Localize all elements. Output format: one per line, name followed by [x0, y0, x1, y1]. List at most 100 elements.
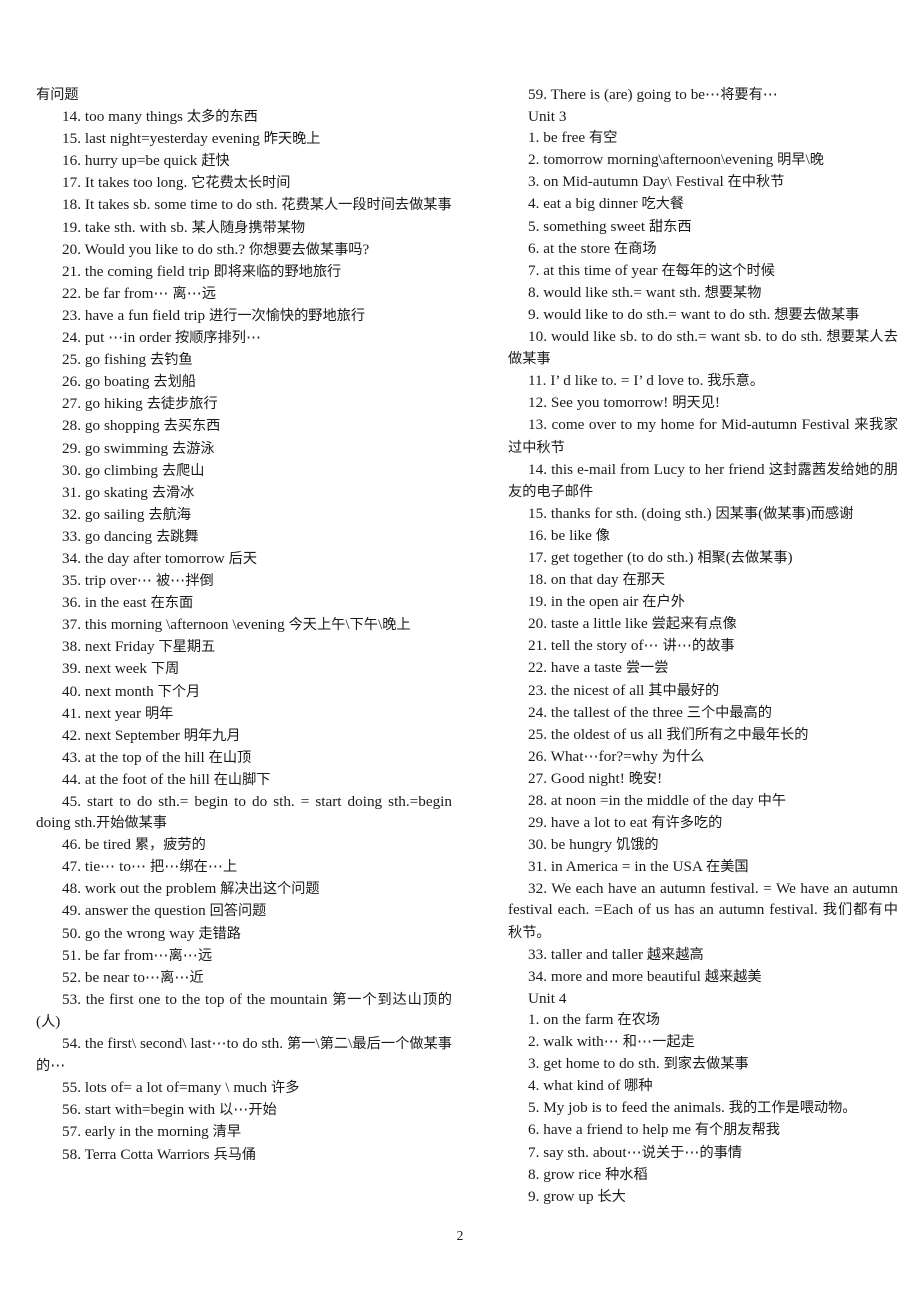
cjk-text: 来我家过中秋节 — [508, 417, 898, 456]
cjk-text: 许多 — [271, 1080, 300, 1097]
right-column: 59. There is (are) going to be⋯将要有⋯ Unit … — [470, 84, 920, 1208]
cjk-text: 下午 — [349, 617, 378, 634]
vocab-entry: 9. grow up 长大 — [528, 1187, 626, 1205]
cjk-text: 吃大餐 — [641, 196, 685, 213]
vocab-entry: 33. go dancing 去跳舞 — [62, 527, 199, 545]
cjk-text: 近 — [189, 969, 204, 986]
cjk-text: 晚上 — [382, 617, 411, 634]
cjk-text: 下星期五 — [158, 639, 216, 656]
cjk-text: 离 — [172, 285, 187, 302]
vocab-entry: 34. more and more beautiful 越来越美 — [528, 967, 762, 985]
cjk-text: 晚安 — [628, 770, 658, 787]
cjk-text: 绑在 — [179, 859, 208, 876]
vocab-entry: 13. come over to my home for Mid-autumn … — [508, 416, 898, 456]
cjk-text: 走错路 — [198, 925, 241, 942]
vocab-entry: 46. be tired 累，疲劳的 — [62, 836, 206, 854]
cjk-text: 在商场 — [614, 240, 657, 257]
vocab-entry: 30. go climbing 去爬山 — [62, 461, 205, 479]
cjk-text: 我们都有中秋节。 — [508, 902, 898, 941]
vocab-entry: 36. in the east 在东面 — [62, 594, 194, 612]
cjk-text: 兵马俑 — [213, 1146, 257, 1163]
vocab-entry: 51. be far from⋯离⋯远 — [62, 946, 213, 964]
cjk-text: 清早 — [212, 1124, 242, 1141]
cjk-text: 饥饿的 — [616, 837, 659, 854]
cjk-text: 三个中最高的 — [686, 704, 772, 721]
cjk-text: 讲 — [662, 638, 677, 655]
cjk-text: 太多的东西 — [186, 109, 258, 126]
vocab-entry: 57. early in the morning 清早 — [62, 1123, 242, 1141]
vocab-entry: 5. My job is to feed the animals. 我的工作是喂… — [528, 1099, 857, 1117]
cjk-text: 拌倒 — [185, 573, 214, 590]
cjk-text: 第一个到达山顶的 — [332, 991, 452, 1008]
vocab-entry: 53. the first one to the top of the moun… — [36, 990, 452, 1030]
cjk-text: 今天上午 — [288, 617, 346, 634]
vocab-entry: 有问题 — [36, 84, 452, 106]
cjk-text: 在东面 — [150, 595, 194, 612]
cjk-text: 有许多吃的 — [651, 815, 723, 832]
cjk-text: 去跳舞 — [155, 528, 199, 545]
cjk-text: 在那天 — [622, 572, 666, 589]
vocab-entry: 8. grow rice 种水稻 — [528, 1165, 648, 1183]
vocab-entry: 56. start with=begin with 以⋯开始 — [62, 1101, 277, 1119]
vocab-entry: 17. get together (to do sth.) 相聚(去做某事) — [528, 548, 793, 566]
vocab-entry: 38. next Friday 下星期五 — [62, 638, 216, 656]
cjk-text: 在户外 — [642, 594, 685, 611]
cjk-text: 甜东西 — [648, 218, 692, 235]
vocab-entry: 6. have a friend to help me 有个朋友帮我 — [528, 1121, 780, 1139]
cjk-text: 到家去做某事 — [663, 1056, 749, 1073]
vocab-entry: 52. be near to⋯离⋯近 — [62, 968, 204, 986]
cjk-text: 即将来临的野地旅行 — [213, 263, 342, 280]
vocab-entry: 54. the first\ second\ last⋯to do sth. 第… — [36, 1035, 452, 1075]
vocab-entry: 18. It takes sb. some time to do sth. 花费… — [62, 196, 452, 214]
cjk-text: 累，疲劳的 — [134, 837, 206, 854]
vocab-entry: 4. what kind of 哪种 — [528, 1077, 653, 1095]
vocab-entry: 33. taller and taller 越来越高 — [528, 945, 704, 963]
vocab-entry: 49. answer the question 回答问题 — [62, 902, 267, 920]
vocab-entry: 24. the tallest of the three 三个中最高的 — [528, 703, 772, 721]
cjk-text: 远 — [201, 285, 217, 302]
vocab-entry: 45. start to do sth.= begin to do sth. =… — [36, 793, 452, 832]
cjk-text: 越来越高 — [646, 946, 704, 963]
vocab-entry: 4. eat a big dinner 吃大餐 — [528, 195, 685, 213]
cjk-text: 人 — [41, 1013, 56, 1030]
vocab-entry: 28. go shopping 去买东西 — [62, 417, 221, 435]
cjk-text: 昨天晚上 — [263, 131, 321, 148]
vocab-entry: 8. would like sth.= want sth. 想要某物 — [528, 283, 762, 301]
cjk-text: 哪种 — [624, 1078, 653, 1095]
vocab-entry: 39. next week 下周 — [62, 660, 180, 678]
cjk-text: 去做某事 — [730, 549, 788, 566]
vocab-entry: 30. be hungry 饥饿的 — [528, 836, 659, 854]
vocab-entry: 27. Good night! 晚安! — [528, 769, 663, 787]
cjk-text: 上 — [223, 859, 238, 876]
cjk-text: 晚 — [809, 152, 824, 169]
vocab-entry: 15. last night=yesterday evening 昨天晚上 — [62, 130, 321, 148]
vocab-entry: 7. at this time of year 在每年的这个时候 — [528, 261, 775, 279]
cjk-text: 有问题 — [36, 87, 79, 103]
vocab-entry: 25. the oldest of us all 我们所有之中最年长的 — [528, 725, 809, 743]
vocab-entry: 41. next year 明年 — [62, 704, 174, 722]
vocab-entry: Unit 4 — [528, 989, 567, 1007]
cjk-text: 的故事 — [692, 638, 735, 655]
vocab-entry: 44. at the foot of the hill 在山脚下 — [62, 770, 271, 788]
cjk-text: 因某事 — [715, 505, 759, 522]
vocab-entry: 24. put ⋯in order 按顺序排列⋯ — [62, 329, 262, 347]
vocab-entry: 2. tomorrow morning\afternoon\evening 明早… — [528, 151, 824, 169]
cjk-text: 去航海 — [148, 506, 191, 523]
vocab-entry: 18. on that day 在那天 — [528, 571, 666, 589]
cjk-text: 越来越美 — [704, 968, 762, 985]
vocab-entry: 29. go swimming 去游泳 — [62, 439, 215, 457]
cjk-text: 下个月 — [157, 683, 201, 700]
vocab-entry: 20. Would you like to do sth.? 你想要去做某事吗? — [62, 240, 370, 258]
cjk-text: 第一 — [286, 1036, 316, 1053]
cjk-text: 解决出这个问题 — [220, 881, 320, 898]
vocab-entry: 50. go the wrong way 走错路 — [62, 924, 241, 942]
vocab-entry: 59. There is (are) going to be⋯将要有⋯ — [528, 86, 778, 103]
cjk-text: 开始 — [248, 1102, 277, 1119]
vocab-entry: 58. Terra Cotta Warriors 兵马俑 — [62, 1145, 257, 1163]
cjk-text: 像 — [595, 527, 610, 544]
vocab-entry: 16. be like 像 — [528, 526, 610, 544]
cjk-text: 后天 — [228, 550, 258, 567]
vocab-entry: Unit 3 — [528, 108, 567, 126]
vocab-entry: 5. something sweet 甜东西 — [528, 217, 692, 235]
vocab-entry: 23. have a fun field trip 进行一次愉快的野地旅行 — [62, 306, 366, 324]
